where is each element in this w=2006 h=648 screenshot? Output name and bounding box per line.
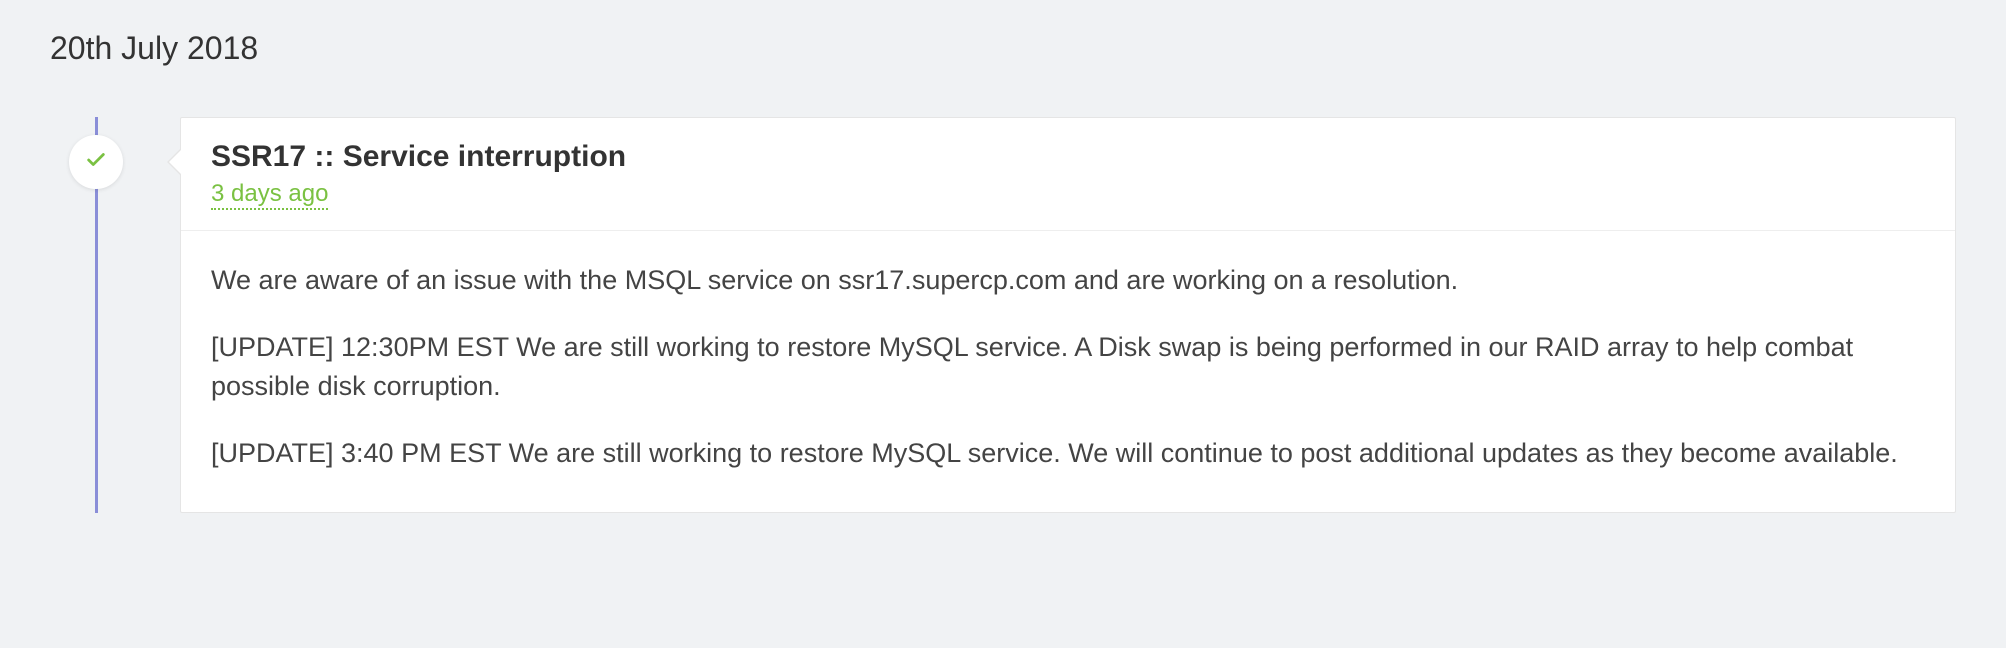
timeline: SSR17 :: Service interruption 3 days ago… — [50, 117, 1956, 513]
incident-header: SSR17 :: Service interruption 3 days ago — [181, 118, 1955, 231]
incident-paragraph: We are aware of an issue with the MSQL s… — [211, 261, 1925, 300]
incident-body: We are aware of an issue with the MSQL s… — [181, 231, 1955, 512]
incident-title: SSR17 :: Service interruption — [211, 140, 1925, 174]
incident-paragraph: [UPDATE] 3:40 PM EST We are still workin… — [211, 434, 1925, 473]
incident-paragraph: [UPDATE] 12:30PM EST We are still workin… — [211, 328, 1925, 406]
check-icon — [85, 149, 107, 176]
status-marker — [69, 135, 123, 189]
date-heading: 20th July 2018 — [50, 30, 1956, 67]
incident-time-link[interactable]: 3 days ago — [211, 180, 328, 210]
incident-card: SSR17 :: Service interruption 3 days ago… — [180, 117, 1956, 513]
